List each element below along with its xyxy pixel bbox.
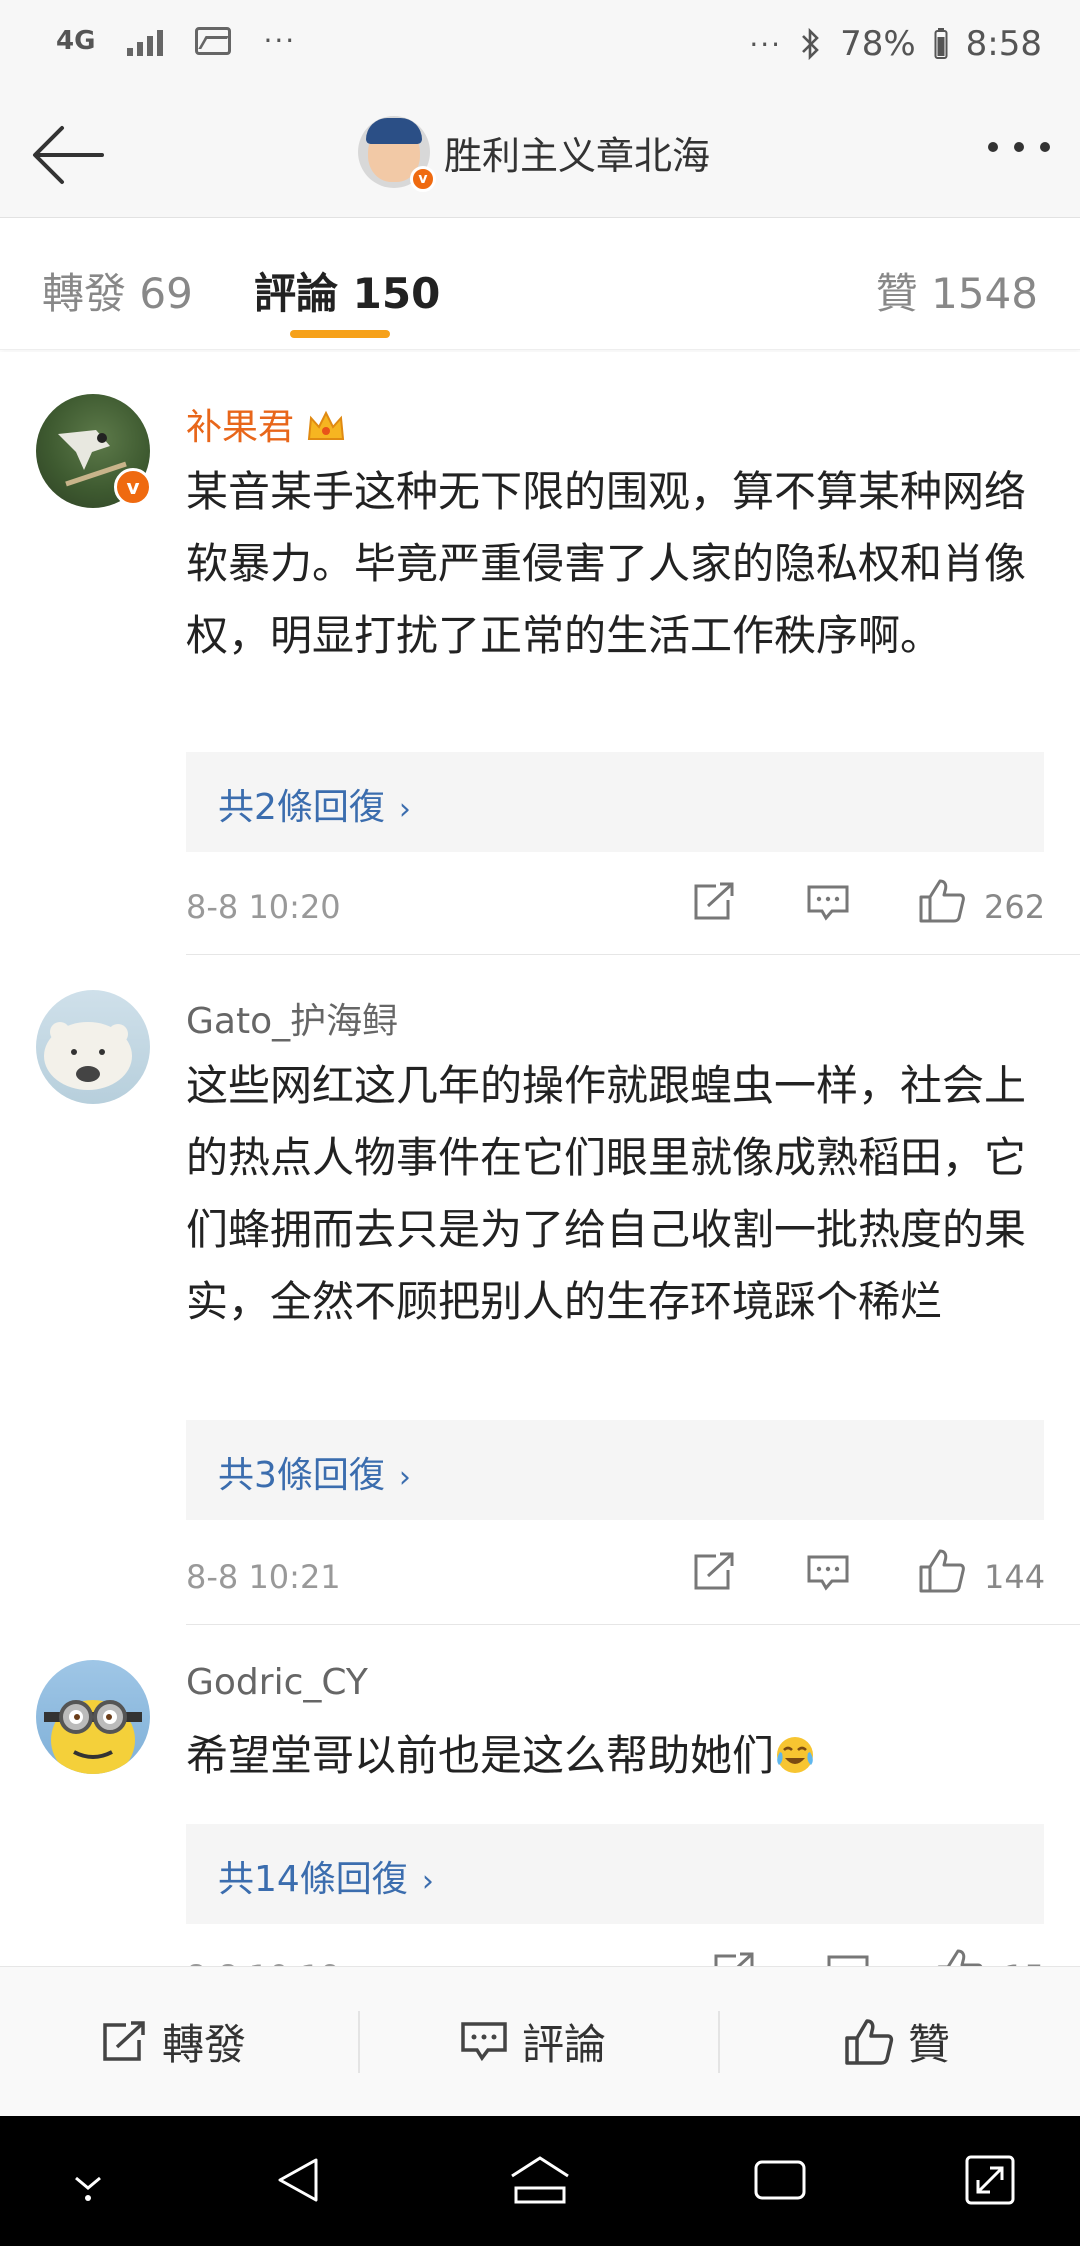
reply-icon[interactable]: [826, 1954, 870, 1966]
image-notification-icon: [195, 26, 232, 55]
chevron-right-icon: ›: [398, 1460, 411, 1495]
bottom-action-bar: 轉發 評論 贊: [0, 1966, 1080, 2116]
repost-icon: [103, 2020, 145, 2061]
reply-icon[interactable]: [806, 884, 850, 922]
battery-icon: [934, 28, 948, 59]
commenter-name[interactable]: 补果君: [186, 398, 346, 450]
more-status-indicator: ···: [749, 27, 783, 61]
comment-text: 这些网红这几年的操作就跟蝗虫一样，社会上的热点人物事件在它们眼里就像成熟稻田，它…: [186, 1061, 1027, 1326]
comment-timestamp: 8-8 10:21: [186, 1558, 341, 1596]
repost-icon[interactable]: [712, 1952, 756, 1966]
more-dot-icon: [988, 142, 998, 152]
status-bar: 4G ··· ··· 78% 8:58: [0, 0, 1080, 90]
network-indicator: 4G: [56, 25, 96, 56]
like-thumb-icon[interactable]: [918, 1548, 966, 1594]
author-info[interactable]: v 胜利主义章北海: [358, 116, 710, 192]
back-arrow-icon: [33, 126, 104, 184]
minion-avatar-icon: [44, 1700, 142, 1774]
verified-badge-icon: v: [114, 468, 152, 506]
back-nav-icon[interactable]: [272, 2154, 324, 2206]
like-thumb-icon: [845, 2018, 894, 2065]
bar-divider: [358, 2011, 360, 2073]
like-thumb-icon[interactable]: [918, 878, 966, 924]
author-avatar[interactable]: v: [358, 116, 436, 192]
comment-button[interactable]: 評論: [460, 2011, 606, 2072]
verified-badge-icon: v: [410, 166, 436, 192]
hide-keyboard-icon[interactable]: [66, 2154, 110, 2206]
tab-reposts[interactable]: 轉發 69: [42, 260, 193, 321]
view-replies-button[interactable]: 共2條回復 ›: [186, 752, 1044, 852]
repost-icon[interactable]: [692, 1552, 736, 1592]
repost-button[interactable]: 轉發: [100, 2011, 246, 2072]
top-navigation-bar: v 胜利主义章北海: [0, 90, 1080, 218]
more-notifications-indicator: ···: [263, 24, 297, 57]
battery-level: 78%: [840, 24, 916, 64]
author-name[interactable]: 胜利主义章北海: [444, 125, 710, 180]
commenter-avatar[interactable]: [36, 1660, 150, 1774]
commenter-avatar[interactable]: [36, 990, 150, 1104]
system-navigation-bar: [0, 2116, 1080, 2246]
like-button[interactable]: 贊: [844, 2011, 950, 2072]
view-replies-button[interactable]: 共14條回復 ›: [186, 1824, 1044, 1924]
tab-likes[interactable]: 贊 1548: [876, 260, 1038, 321]
comment-text: 某音某手这种无下限的围观，算不算某种网络软暴力。毕竟严重侵害了人家的隐私权和肖像…: [186, 467, 1027, 660]
reply-icon[interactable]: [806, 1554, 850, 1592]
rotate-screen-icon[interactable]: [964, 2154, 1016, 2206]
polar-bear-avatar-icon: [44, 1022, 132, 1090]
bar-divider: [718, 2011, 720, 2073]
commenter-name[interactable]: Godric_CY: [186, 1662, 368, 1703]
comment-list[interactable]: v 补果君 某音某手这种无下限的围观，算不算某种网络软暴力。毕竟严重侵害了人家的…: [0, 352, 1080, 1966]
chevron-right-icon: ›: [398, 792, 411, 827]
tab-comments[interactable]: 評論 150: [254, 260, 440, 321]
like-count: 262: [984, 888, 1046, 926]
active-tab-indicator: [290, 330, 390, 338]
crown-icon: [307, 410, 345, 440]
comment-timestamp: 8-8 10:19: [186, 1958, 341, 1966]
comment-text: 希望堂哥以前也是这么帮助她们: [186, 1720, 1046, 1792]
back-button[interactable]: [28, 120, 108, 190]
repost-icon[interactable]: [692, 882, 736, 922]
more-dot-icon: [1040, 142, 1050, 152]
signal-icon: [127, 26, 164, 56]
like-count: 144: [984, 1558, 1046, 1596]
chevron-right-icon: ›: [421, 1864, 434, 1899]
home-nav-icon[interactable]: [508, 2154, 572, 2206]
view-replies-button[interactable]: 共3條回復 ›: [186, 1420, 1044, 1520]
clock: 8:58: [965, 24, 1042, 64]
like-count: 15: [1004, 1958, 1045, 1966]
recents-nav-icon[interactable]: [752, 2154, 808, 2206]
tab-bar: 轉發 69 評論 150 贊 1548: [0, 218, 1080, 350]
like-thumb-icon[interactable]: [936, 1948, 984, 1966]
commenter-avatar[interactable]: v: [36, 394, 152, 508]
comment-divider: [186, 1624, 1080, 1625]
comment-icon: [461, 2021, 507, 2061]
comment-timestamp: 8-8 10:20: [186, 888, 341, 926]
comment-divider: [186, 954, 1080, 955]
bluetooth-icon: [802, 27, 819, 61]
more-options-button[interactable]: [988, 142, 1050, 152]
commenter-name[interactable]: Gato_护海鲟: [186, 992, 398, 1044]
laugh-cry-emoji-icon: [777, 1737, 814, 1773]
more-dot-icon: [1014, 142, 1024, 152]
